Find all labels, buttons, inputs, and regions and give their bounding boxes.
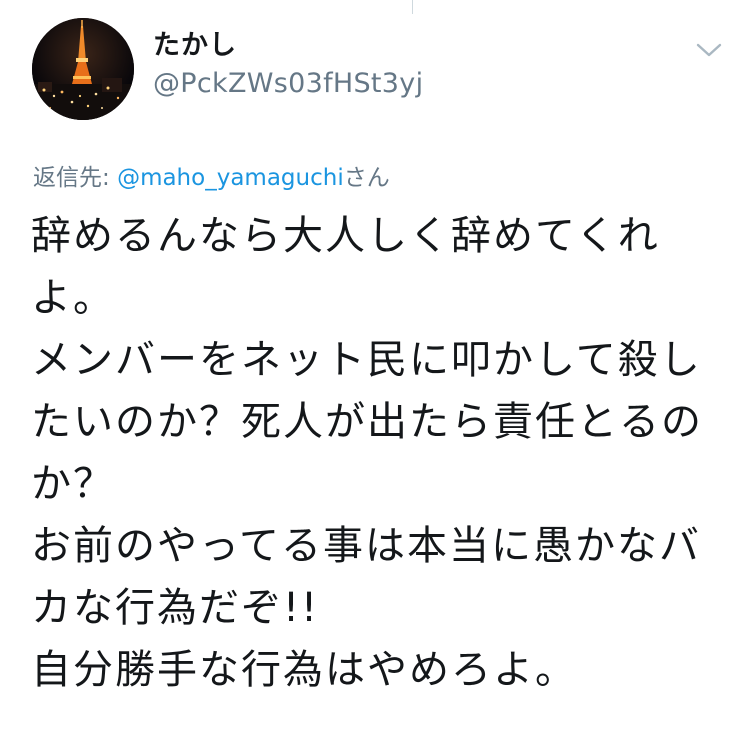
reply-mention-link[interactable]: @maho_yamaguchi <box>117 165 344 191</box>
thread-connector <box>412 0 413 14</box>
avatar[interactable] <box>32 18 134 120</box>
tweet-card: たかし @PckZWs03fHSt3yj 返信先: @maho_yamaguch… <box>0 0 750 743</box>
author-display-name[interactable]: たかし <box>153 30 423 62</box>
night-tower-avatar-icon <box>32 18 134 120</box>
author-block: たかし @PckZWs03fHSt3yj <box>153 30 423 102</box>
chevron-down-icon[interactable] <box>694 40 724 60</box>
reply-prefix: 返信先: <box>33 165 110 191</box>
tweet-text: 辞めるんなら大人しく辞めてくれよ。 メンバーをネット民に叩かして殺したいのか？死… <box>31 213 703 693</box>
reply-context: 返信先: @maho_yamaguchiさん <box>33 162 390 194</box>
reply-suffix: さん <box>343 165 390 191</box>
author-handle[interactable]: @PckZWs03fHSt3yj <box>153 66 423 102</box>
